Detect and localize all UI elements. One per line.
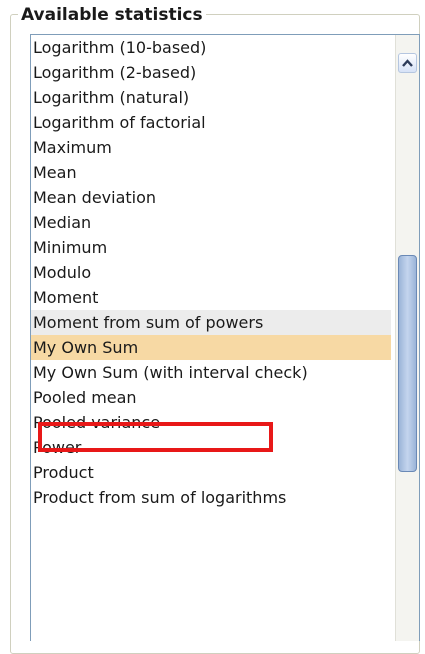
list-item[interactable]: Median — [31, 210, 391, 235]
list-item[interactable]: Logarithm (2-based) — [31, 60, 391, 85]
group-title: Available statistics — [18, 5, 206, 25]
statistics-listbox[interactable]: Logarithm (10-based) Logarithm (2-based)… — [30, 34, 420, 641]
list-item[interactable]: Minimum — [31, 235, 391, 260]
chevron-up-icon — [402, 59, 413, 67]
list-item[interactable]: Logarithm (natural) — [31, 85, 391, 110]
list-item-hovered[interactable]: Moment from sum of powers — [31, 310, 391, 335]
list-item[interactable]: Modulo — [31, 260, 391, 285]
list-item[interactable]: Pooled variance — [31, 410, 391, 435]
list-item[interactable]: Mean deviation — [31, 185, 391, 210]
list-item[interactable]: Pooled mean — [31, 385, 391, 410]
scroll-up-button[interactable] — [398, 53, 417, 73]
list-item[interactable]: Product from sum of logarithms — [31, 485, 391, 510]
list-item[interactable]: Logarithm of factorial — [31, 110, 391, 135]
list-item[interactable]: Logarithm (10-based) — [31, 35, 391, 60]
statistics-list[interactable]: Logarithm (10-based) Logarithm (2-based)… — [31, 35, 391, 510]
list-item[interactable]: Mean — [31, 160, 391, 185]
vertical-scrollbar[interactable] — [395, 35, 419, 641]
list-item[interactable]: My Own Sum (with interval check) — [31, 360, 391, 385]
list-item[interactable]: Moment — [31, 285, 391, 310]
list-item[interactable]: Power — [31, 435, 391, 460]
list-item[interactable]: Product — [31, 460, 391, 485]
list-item-selected[interactable]: My Own Sum — [31, 335, 391, 360]
list-item[interactable]: Maximum — [31, 135, 391, 160]
scrollbar-thumb[interactable] — [398, 255, 417, 472]
